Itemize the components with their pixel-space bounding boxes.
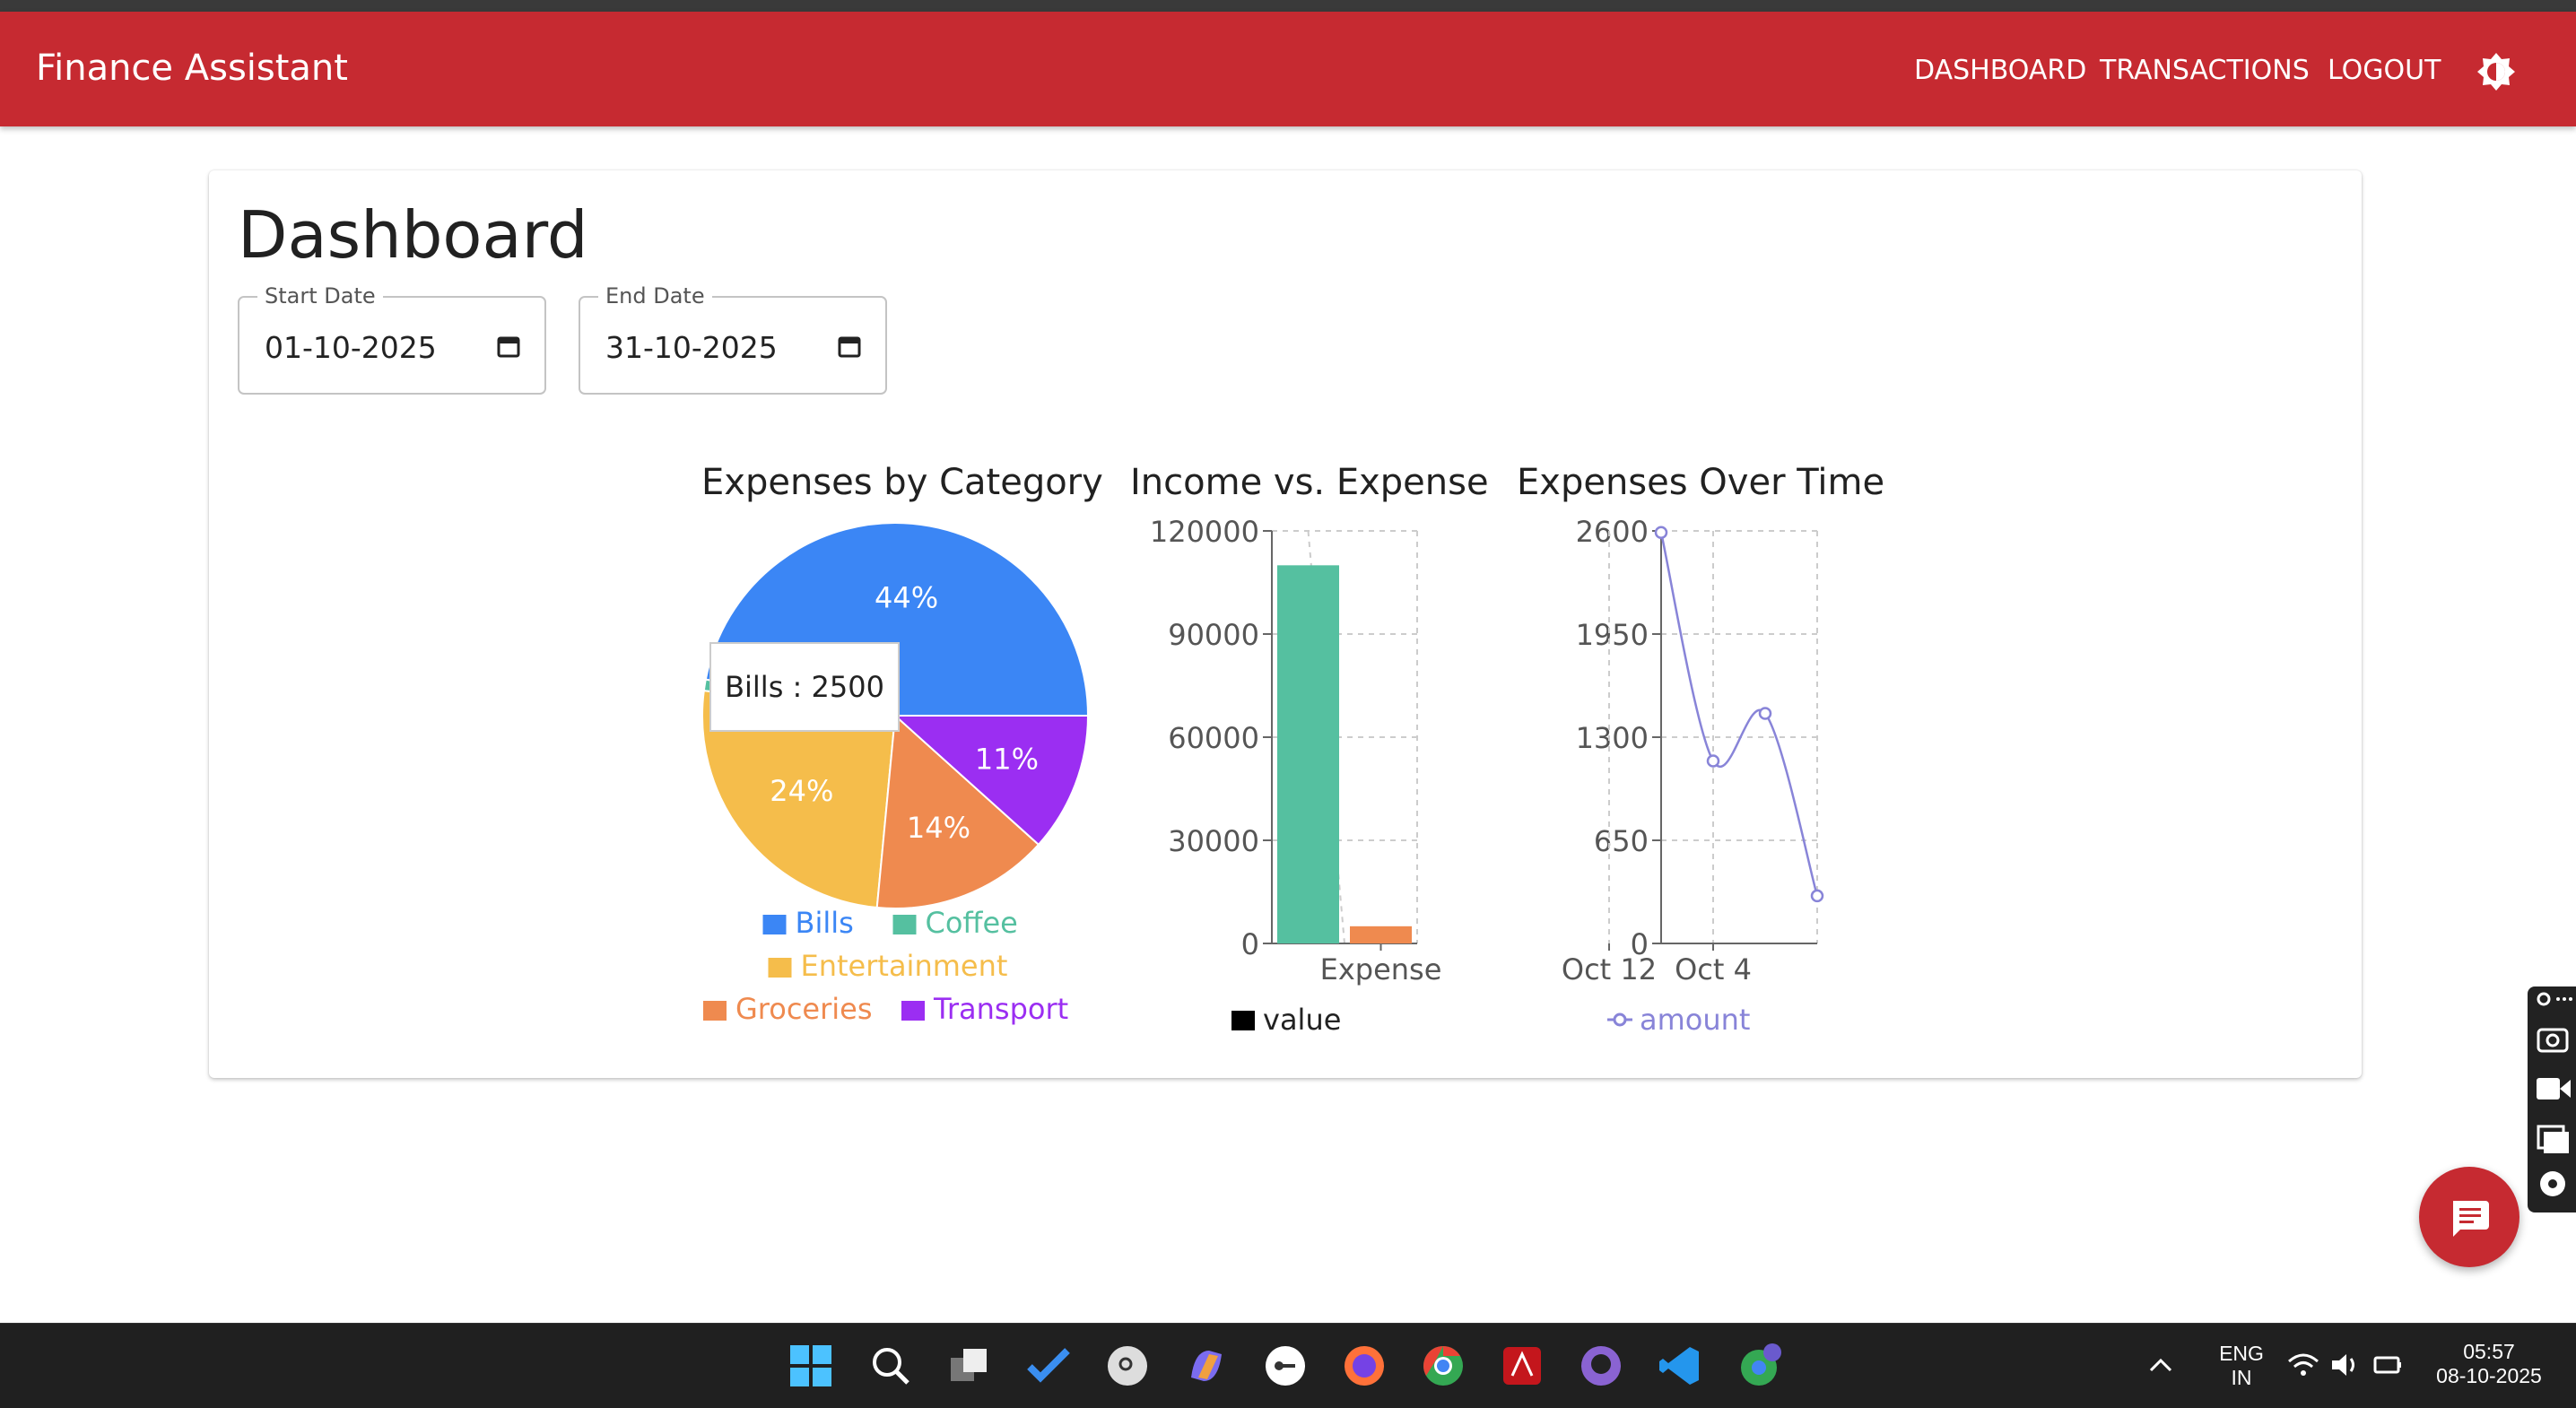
key-app-icon[interactable] — [1261, 1342, 1310, 1390]
line-y-tick-label: 2600 — [1576, 515, 1649, 549]
taskbar: ENG IN 05:57 08-10-2025 — [0, 1323, 2576, 1408]
window-capture-icon[interactable] — [2537, 1125, 2569, 1153]
search-app-icon[interactable] — [1103, 1342, 1152, 1390]
bar-expense[interactable] — [1350, 926, 1412, 943]
line-legend-marker — [1613, 1013, 1627, 1027]
legend-swatch — [768, 958, 792, 978]
pie-percent-label: 44% — [875, 580, 938, 614]
legend-swatch — [762, 915, 787, 934]
chrome-profile-icon[interactable] — [1735, 1342, 1783, 1390]
task-view-icon[interactable] — [945, 1342, 994, 1390]
search-icon[interactable] — [866, 1342, 915, 1390]
clock[interactable]: 05:57 08-10-2025 — [2413, 1340, 2565, 1388]
bar-legend-swatch — [1231, 1011, 1255, 1030]
copilot-icon[interactable] — [1182, 1342, 1231, 1390]
legend-swatch — [901, 1001, 925, 1021]
bar-y-tick-label: 0 — [1241, 927, 1259, 961]
line-point[interactable] — [1758, 707, 1772, 720]
video-camera-icon[interactable] — [2537, 1078, 2571, 1099]
bar-legend-label: value — [1263, 1003, 1341, 1037]
line-point[interactable] — [1810, 889, 1824, 903]
settings-icon[interactable] — [2540, 1171, 2565, 1196]
legend-label-groceries: Groceries — [735, 992, 873, 1026]
firefox-icon[interactable] — [1340, 1342, 1388, 1390]
legend-label-transport: Transport — [933, 992, 1068, 1026]
battery-icon[interactable] — [2370, 1347, 2406, 1383]
pie-tooltip-text: Bills : 2500 — [725, 670, 884, 704]
line-point[interactable] — [1706, 754, 1720, 768]
language-indicator[interactable]: ENG IN — [2212, 1342, 2271, 1390]
line-series-amount — [1659, 532, 1819, 897]
bar-income[interactable] — [1277, 565, 1339, 943]
vscode-icon[interactable] — [1656, 1342, 1704, 1390]
charts-canvas: 44% 24% 14%11% Bills Coffee Entertainment Gro… — [701, 515, 1824, 1037]
legend-label-entertainment: Entertainment — [801, 949, 1008, 983]
legend-swatch — [892, 915, 917, 934]
volume-icon[interactable] — [2328, 1347, 2364, 1383]
line-y-tick-label: 1300 — [1576, 721, 1649, 755]
legend-label-bills: Bills — [796, 906, 854, 940]
line-legend-label: amount — [1640, 1003, 1750, 1037]
chat-button[interactable] — [2419, 1167, 2519, 1267]
github-icon[interactable] — [1577, 1342, 1625, 1390]
pie-percent-label: 24% — [770, 774, 833, 808]
chat-icon — [2453, 1201, 2489, 1237]
todo-icon[interactable] — [1024, 1342, 1073, 1390]
legend-swatch — [703, 1001, 727, 1021]
wifi-icon[interactable] — [2285, 1347, 2321, 1383]
screen-capture-toolbar — [2528, 986, 2576, 1212]
line-x-tick-label: Oct 4 — [1675, 952, 1752, 986]
line-x-tick-label: Oct 12 — [1562, 952, 1657, 986]
camera-icon[interactable] — [2537, 1028, 2569, 1053]
line-y-tick-label: 650 — [1594, 824, 1649, 858]
chrome-icon[interactable] — [1419, 1342, 1467, 1390]
acrobat-icon[interactable] — [1498, 1342, 1546, 1390]
pin-icon[interactable] — [2537, 992, 2572, 1006]
bar-y-tick-label: 60000 — [1168, 721, 1259, 755]
chevron-up-icon[interactable] — [2140, 1345, 2181, 1386]
bar-x-tick-label: Expense — [1320, 952, 1442, 986]
line-point[interactable] — [1654, 526, 1668, 540]
bar-y-tick-label: 90000 — [1168, 618, 1259, 652]
line-y-tick-label: 1950 — [1576, 618, 1649, 652]
bar-y-tick-label: 30000 — [1168, 824, 1259, 858]
pie-percent-label: 14% — [907, 811, 970, 845]
legend-label-coffee: Coffee — [926, 906, 1018, 940]
bar-y-tick-label: 120000 — [1150, 515, 1259, 549]
pie-percent-label: 11% — [975, 743, 1039, 777]
windows-start-icon[interactable] — [787, 1342, 835, 1390]
